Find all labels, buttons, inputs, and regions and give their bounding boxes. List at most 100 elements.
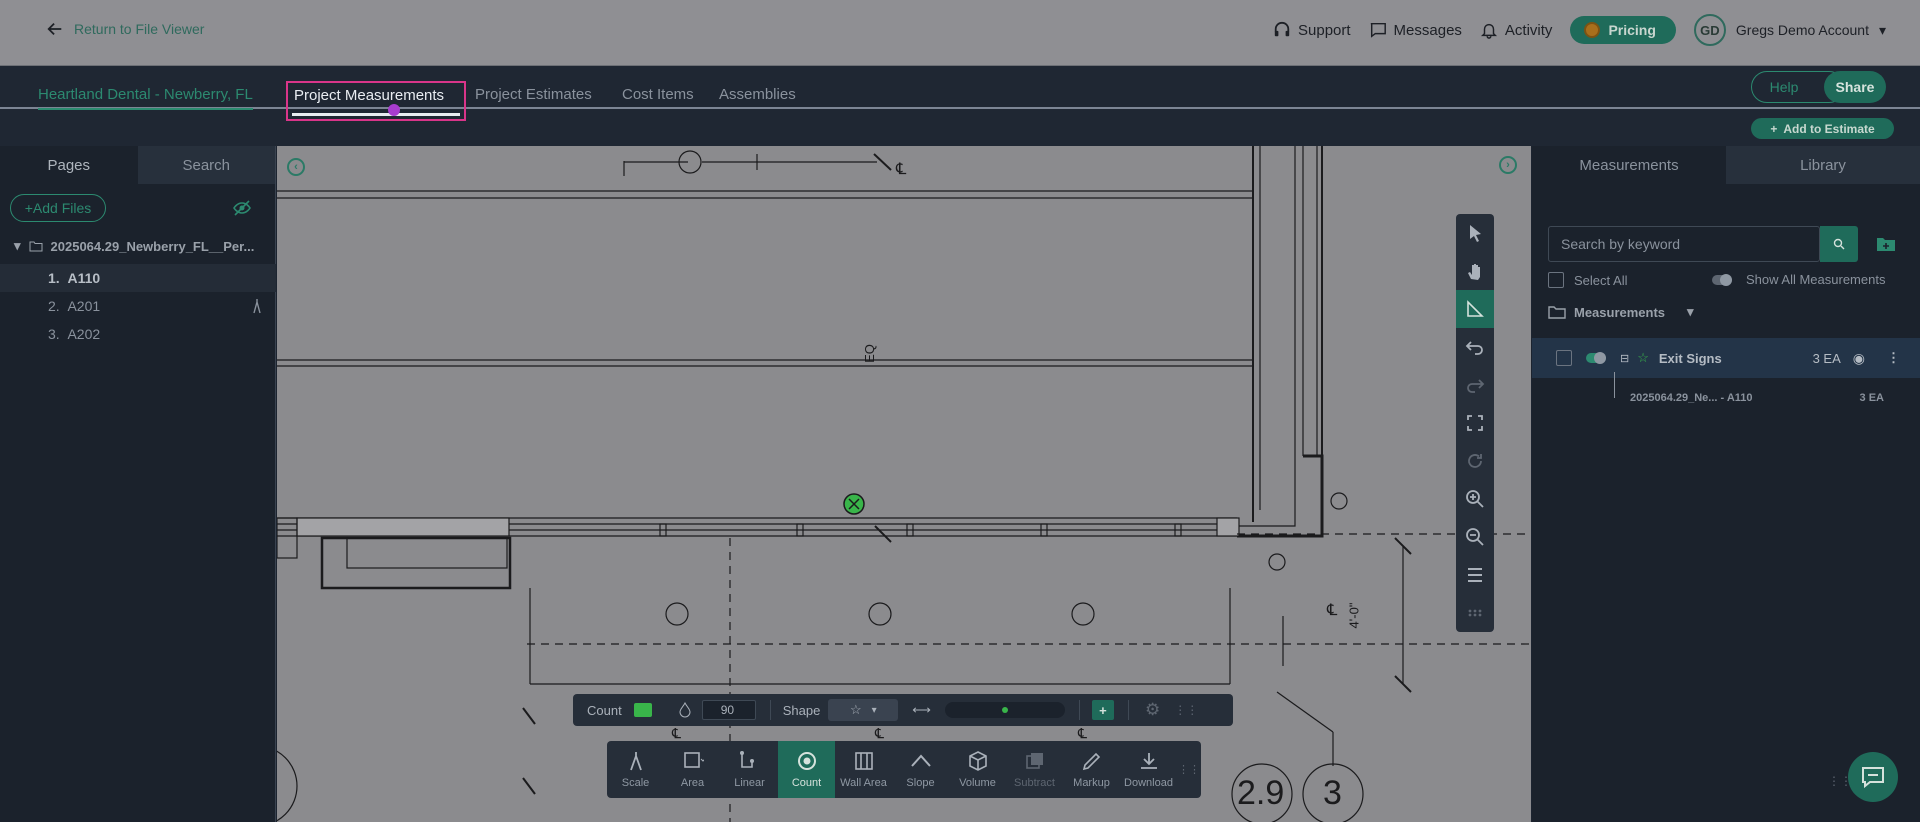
count-properties-bar: Count 90 Shape ☆ ▾ ⟷ + ⚙ ⋮⋮ [573,694,1233,726]
page-item[interactable]: 2. A201 [0,292,276,320]
sub-item-name: 2025064.29_Ne... - A110 [1630,392,1753,404]
collapse-icon[interactable]: ⊟ [1620,352,1629,365]
tab-pages[interactable]: Pages [0,146,138,184]
caret-down-icon: ▾ [14,238,21,253]
markup-tool[interactable]: Markup [1063,741,1120,798]
zoom-out-icon [1466,528,1484,546]
measurement-search-input[interactable]: Search by keyword [1548,226,1820,262]
eye-icon[interactable]: ◉ [1853,350,1865,367]
tab-assemblies[interactable]: Assemblies [719,86,796,103]
slope-icon [910,754,931,767]
tab-search[interactable]: Search [137,146,275,184]
undo-icon [1465,341,1483,355]
slope-tool[interactable]: Slope [892,741,949,798]
tab-project-measurements[interactable]: Project Measurements [286,81,466,121]
add-folder-icon[interactable] [1876,234,1896,254]
size-slider[interactable] [944,702,1065,718]
measure-tool[interactable] [1456,290,1494,328]
grip-icon [1468,609,1482,617]
previous-page-icon[interactable]: ‹ [287,158,305,176]
page-number: 2. [48,298,60,314]
compass-icon [253,299,261,314]
zoom-out-button[interactable] [1456,518,1494,556]
shape-select[interactable]: ☆ ▾ [828,699,899,721]
drag-handle-icon[interactable]: ⋮⋮ [1174,703,1198,717]
pricing-button[interactable]: Pricing [1570,16,1676,44]
select-tool[interactable] [1456,214,1494,252]
messages-link[interactable]: Messages [1369,21,1462,39]
star-icon: ☆ [849,702,862,717]
pointer-icon [1470,225,1481,242]
eye-off-icon[interactable] [232,198,252,218]
messages-label: Messages [1393,21,1462,39]
search-button[interactable] [1820,226,1858,262]
linear-tool[interactable]: Linear [721,741,778,798]
add-to-estimate-button[interactable]: + Add to Estimate [1751,118,1894,139]
select-all-checkbox[interactable]: Select All [1548,272,1627,288]
measurement-tools-bar: Scale Area Linear Count Wall Area Slope … [607,741,1201,798]
avatar: GD [1693,14,1726,46]
chat-button[interactable] [1848,752,1898,802]
checkbox[interactable] [1548,272,1564,288]
color-swatch[interactable] [633,703,652,717]
undo-button[interactable] [1456,328,1494,366]
tool-label: Slope [906,777,935,789]
page-name: A110 [67,270,101,286]
redo-button[interactable] [1456,366,1494,404]
volume-tool[interactable]: Volume [949,741,1006,798]
drag-handle-icon[interactable]: ⋮⋮ [1177,741,1201,798]
tab-project-estimates[interactable]: Project Estimates [475,86,592,103]
show-all-toggle[interactable]: Show All Measurements [1712,272,1885,287]
tab-library[interactable]: Library [1726,146,1920,184]
checkbox[interactable] [1556,350,1572,366]
toggle-switch[interactable] [1712,273,1732,286]
visibility-toggle[interactable] [1586,352,1606,364]
project-tab-bar: Heartland Dental - Newberry, FL Project … [0,66,1920,146]
headset-icon [1274,21,1290,37]
measurement-row[interactable]: ⊟ ☆ Exit Signs 3 EA ◉ ⋮ [1532,338,1920,378]
share-button[interactable]: Share [1824,71,1886,103]
tool-label: Subtract [1014,777,1055,789]
activity-link[interactable]: Activity [1480,21,1552,39]
svg-text:℄: ℄ [1077,725,1087,741]
rotate-button[interactable] [1456,442,1494,480]
pan-tool[interactable] [1456,252,1494,290]
settings-icon[interactable]: ⚙ [1145,700,1160,720]
more-options-icon[interactable]: ⋮ [1887,350,1900,366]
return-to-file-viewer-link[interactable]: Return to File Viewer [46,20,204,38]
fit-screen-button[interactable] [1456,404,1494,442]
count-tool[interactable]: Count [778,741,835,798]
zoom-in-button[interactable] [1456,480,1494,518]
next-page-icon[interactable]: › [1499,156,1517,174]
drag-handle-icon[interactable] [1456,594,1494,632]
caret-down-icon: ▾ [1878,21,1886,38]
page-number: 1. [48,270,60,286]
download-tool[interactable]: Download [1120,741,1177,798]
measurements-folder[interactable]: Measurements ▾ [1548,304,1694,320]
star-icon[interactable]: ☆ [1637,350,1649,366]
page-item[interactable]: 1. A110 [0,264,276,292]
support-link[interactable]: Support [1273,21,1351,39]
tab-cost-items[interactable]: Cost Items [622,86,694,103]
wall-icon [854,752,873,770]
scale-tool[interactable]: Scale [607,741,664,798]
account-menu[interactable]: GD Gregs Demo Account ▾ [1693,14,1886,46]
page-item[interactable]: 3. A202 [0,320,276,348]
area-tool[interactable]: Area [664,741,721,798]
subtract-tool[interactable]: Subtract [1006,741,1063,798]
tool-label: Area [680,777,705,789]
add-files-button[interactable]: +Add Files [10,194,106,222]
project-name-link[interactable]: Heartland Dental - Newberry, FL [38,86,253,110]
add-to-estimate-label: Add to Estimate [1783,121,1875,136]
download-icon [1140,753,1157,769]
tool-label: Markup [1073,777,1110,789]
measurement-sub-item[interactable]: 2025064.29_Ne... - A110 3 EA [1614,392,1884,404]
layers-button[interactable] [1456,556,1494,594]
tab-measurements[interactable]: Measurements [1532,146,1726,184]
slider-thumb[interactable] [1001,707,1008,713]
add-count-button[interactable]: + [1091,700,1114,720]
file-folder[interactable]: ▾ 2025064.29_Newberry_FL__Per... [14,238,254,254]
caret-down-icon: ▾ [871,704,877,716]
wall-area-tool[interactable]: Wall Area [835,741,892,798]
opacity-input[interactable]: 90 [701,700,756,720]
